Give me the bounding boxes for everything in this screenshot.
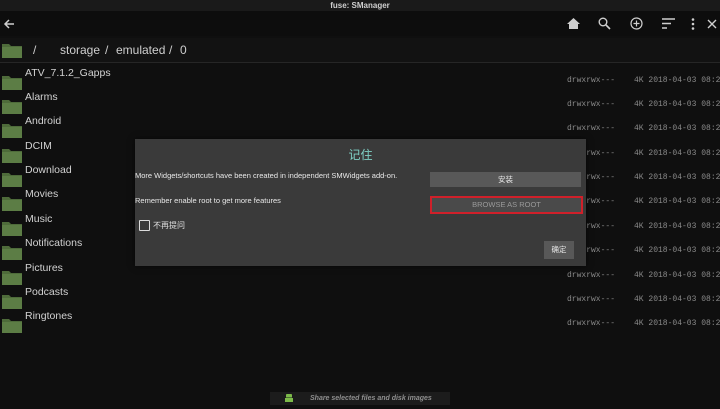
folder-icon xyxy=(2,269,22,290)
path-separator: / xyxy=(169,43,173,57)
list-item[interactable]: Ringtones drwxrwx--- 4K 2018-04-03 08:21 xyxy=(0,310,720,338)
folder-icon xyxy=(2,147,22,168)
file-meta: 4K 2018-04-03 08:21 xyxy=(634,271,720,280)
search-icon[interactable] xyxy=(594,11,614,36)
file-name: Ringtones xyxy=(25,310,73,322)
list-item[interactable]: ATV_7.1.2_Gapps drwxrwx--- 4K 2018-04-03… xyxy=(0,67,720,95)
file-permissions: drwxrwx--- xyxy=(567,319,616,328)
install-button[interactable]: 安装 xyxy=(430,172,581,187)
bottom-status-text: Share selected files and disk images xyxy=(310,395,432,402)
file-permissions: drwxrwx--- xyxy=(567,100,616,109)
file-name: Android xyxy=(25,115,62,127)
folder-icon xyxy=(2,42,22,63)
sort-icon[interactable] xyxy=(658,11,678,36)
file-permissions: drwxrwx--- xyxy=(567,295,616,304)
ok-button[interactable]: 确定 xyxy=(544,241,574,259)
file-meta: 4K 2018-04-03 08:21 xyxy=(634,124,720,133)
file-permissions: drwxrwx--- xyxy=(567,124,616,133)
list-item[interactable]: Podcasts drwxrwx--- 4K 2018-04-03 08:21 xyxy=(0,286,720,314)
file-permissions: drwxrwx--- xyxy=(567,76,616,85)
file-name: Pictures xyxy=(25,262,63,274)
window-title: fuse: SManager xyxy=(0,0,720,11)
breadcrumb-storage[interactable]: storage xyxy=(60,43,100,57)
folder-icon xyxy=(2,171,22,192)
folder-icon xyxy=(2,122,22,143)
folder-icon xyxy=(2,195,22,216)
dialog-message-widgets: More Widgets/shortcuts have been created… xyxy=(135,171,398,180)
file-name: ATV_7.1.2_Gapps xyxy=(25,67,111,79)
file-meta: 4K 2018-04-03 08:21 xyxy=(634,295,720,304)
list-item[interactable]: Pictures drwxrwx--- 4K 2018-04-03 08:21 xyxy=(0,262,720,290)
folder-icon xyxy=(2,293,22,314)
file-meta: 4K 2018-04-03 08:21 xyxy=(634,197,720,206)
bottom-status-bar: Share selected files and disk images xyxy=(270,392,450,405)
add-circle-icon[interactable] xyxy=(626,11,646,36)
browse-as-root-button[interactable]: BROWSE AS ROOT xyxy=(430,196,583,214)
back-arrow-icon[interactable] xyxy=(0,11,18,36)
file-meta: 4K 2018-04-03 08:21 xyxy=(634,222,720,231)
breadcrumb-emulated[interactable]: emulated xyxy=(116,43,165,57)
toolbar xyxy=(0,11,720,36)
more-vert-icon[interactable] xyxy=(686,11,700,36)
folder-icon xyxy=(2,317,22,338)
list-item[interactable]: Alarms drwxrwx--- 4K 2018-04-03 08:21 xyxy=(0,91,720,119)
file-meta: 4K 2018-04-03 08:26 xyxy=(634,76,720,85)
file-name: Alarms xyxy=(25,91,58,103)
path-separator: / xyxy=(105,43,109,57)
folder-icon xyxy=(2,220,22,241)
close-icon[interactable] xyxy=(704,11,720,36)
file-permissions: drwxrwx--- xyxy=(567,271,616,280)
file-name: Podcasts xyxy=(25,286,69,298)
file-name: Download xyxy=(25,164,72,176)
dont-ask-again-checkbox[interactable] xyxy=(139,220,150,231)
android-icon xyxy=(284,392,294,409)
folder-icon xyxy=(2,98,22,119)
file-name: Movies xyxy=(25,188,59,200)
file-meta: 4K 2018-04-03 08:21 xyxy=(634,319,720,328)
file-name: DCIM xyxy=(25,140,52,152)
file-name: Music xyxy=(25,213,53,225)
breadcrumb-0[interactable]: 0 xyxy=(180,43,187,57)
file-meta: 4K 2018-04-03 08:21 xyxy=(634,100,720,109)
checkbox-label: 不再提问 xyxy=(153,221,185,230)
breadcrumb: / storage / emulated / 0 xyxy=(0,38,720,63)
remember-dialog: 记住 More Widgets/shortcuts have been crea… xyxy=(135,139,586,266)
file-name: Notifications xyxy=(25,237,83,249)
path-separator: / xyxy=(33,43,37,57)
home-icon[interactable] xyxy=(563,11,583,36)
file-meta: 4K 2018-04-03 08:21 xyxy=(634,149,720,158)
dialog-title: 记住 xyxy=(348,148,373,162)
folder-icon xyxy=(2,74,22,95)
file-meta: 4K 2018-04-03 08:21 xyxy=(634,246,720,255)
dialog-message-root: Remember enable root to get more feature… xyxy=(135,196,281,205)
folder-icon xyxy=(2,244,22,265)
file-meta: 4K 2018-04-03 08:21 xyxy=(634,173,720,182)
